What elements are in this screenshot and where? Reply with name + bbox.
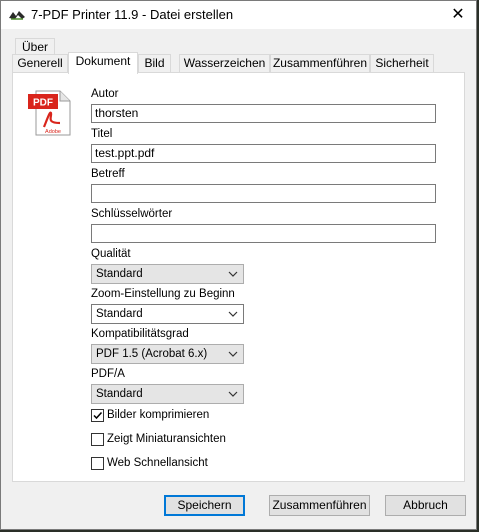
author-input[interactable]: thorsten xyxy=(91,104,436,123)
compat-label: Kompatibilitätsgrad xyxy=(91,328,189,340)
zoom-select[interactable]: Standard xyxy=(91,304,244,324)
chevron-down-icon xyxy=(228,391,238,397)
title-input[interactable]: test.ppt.pdf xyxy=(91,144,436,163)
title-label: Titel xyxy=(91,128,113,140)
merge-button[interactable]: Zusammenführen xyxy=(269,495,370,516)
dialog-window: 7-PDF Printer 11.9 - Datei erstellen ✕ Ü… xyxy=(0,0,477,530)
tab-zusammenfuehren[interactable]: Zusammenführen xyxy=(270,54,370,73)
author-label: Autor xyxy=(91,88,119,100)
chevron-down-icon xyxy=(228,311,238,317)
tab-wasserzeichen[interactable]: Wasserzeichen xyxy=(179,54,270,73)
tab-bild[interactable]: Bild xyxy=(138,54,171,73)
compat-value: PDF 1.5 (Acrobat 6.x) xyxy=(96,348,208,360)
thumbnails-checkbox[interactable] xyxy=(91,433,104,446)
tab-label: Bild xyxy=(144,56,165,70)
tab-label: Über xyxy=(21,40,48,54)
window-title: 7-PDF Printer 11.9 - Datei erstellen xyxy=(31,7,234,22)
compress-images-checkbox[interactable] xyxy=(91,409,104,422)
quality-select[interactable]: Standard xyxy=(91,264,244,284)
tab-generell[interactable]: Generell xyxy=(12,54,68,73)
keywords-input[interactable] xyxy=(91,224,436,243)
tab-sicherheit[interactable]: Sicherheit xyxy=(370,54,434,73)
zoom-value: Standard xyxy=(96,308,143,320)
zoom-label: Zoom-Einstellung zu Beginn xyxy=(91,288,235,300)
app-icon xyxy=(9,11,25,20)
tab-label: Sicherheit xyxy=(375,56,429,70)
cancel-button[interactable]: Abbruch xyxy=(385,495,466,516)
thumbnails-label: Zeigt Miniaturansichten xyxy=(107,433,226,445)
chevron-down-icon xyxy=(228,271,238,277)
fast-web-checkbox[interactable] xyxy=(91,457,104,470)
pdf-brand-text: Adobe xyxy=(45,129,61,135)
close-icon: ✕ xyxy=(451,6,465,23)
title-bar: 7-PDF Printer 11.9 - Datei erstellen ✕ xyxy=(1,1,476,29)
pdf-file-icon: PDF Adobe xyxy=(28,90,71,136)
compat-select[interactable]: PDF 1.5 (Acrobat 6.x) xyxy=(91,344,244,364)
tab-label: Dokument xyxy=(75,54,131,68)
tab-dokument[interactable]: Dokument xyxy=(68,52,138,74)
tab-label: Zusammenführen xyxy=(272,56,368,70)
fast-web-label: Web Schnellansicht xyxy=(107,457,208,469)
chevron-down-icon xyxy=(228,351,238,357)
pdf-badge-text: PDF xyxy=(33,98,53,109)
tab-label: Wasserzeichen xyxy=(183,56,266,70)
subject-input[interactable] xyxy=(91,184,436,203)
pdfa-select[interactable]: Standard xyxy=(91,384,244,404)
pdfa-label: PDF/A xyxy=(91,368,125,380)
subject-label: Betreff xyxy=(91,168,125,180)
keywords-label: Schlüsselwörter xyxy=(91,208,173,220)
quality-label: Qualität xyxy=(91,248,131,260)
quality-value: Standard xyxy=(96,268,143,280)
pdfa-value: Standard xyxy=(96,388,143,400)
compress-images-label: Bilder komprimieren xyxy=(107,409,210,421)
close-button[interactable]: ✕ xyxy=(440,1,476,29)
save-button[interactable]: Speichern xyxy=(164,495,245,516)
tab-label: Generell xyxy=(17,56,63,70)
checkmark-icon xyxy=(93,411,103,420)
